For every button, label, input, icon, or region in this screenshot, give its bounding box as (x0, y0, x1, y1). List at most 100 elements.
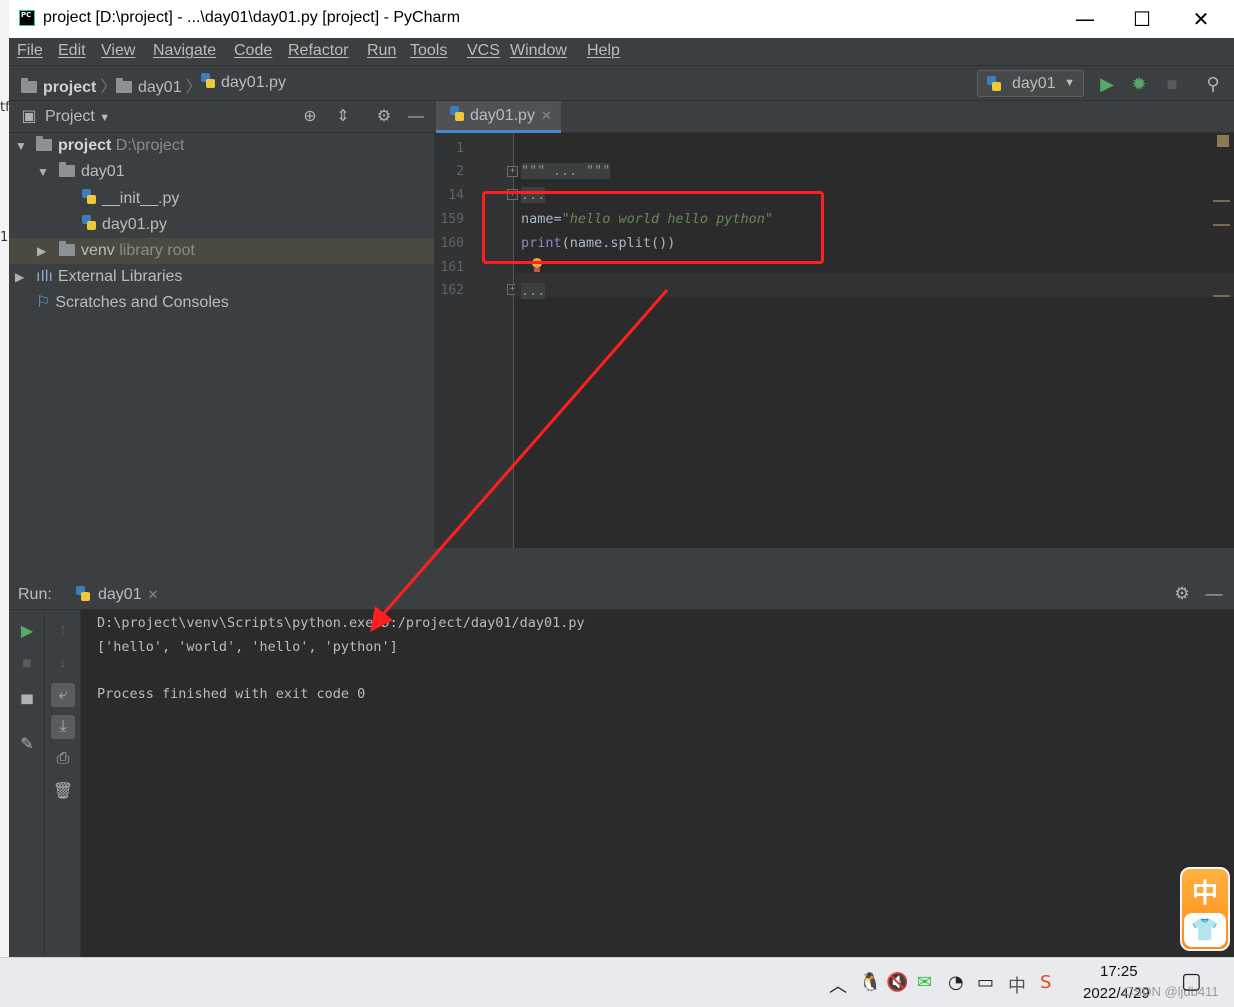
volume-muted-icon[interactable]: 🔇 (886, 972, 908, 993)
collapse-all-icon[interactable]: ⇕ (332, 106, 354, 128)
tab-day01-py[interactable]: day01.py ✕ (436, 101, 561, 133)
notification-icon[interactable]: ▢ (1181, 969, 1202, 994)
folder-icon (59, 241, 75, 256)
scroll-to-end-icon[interactable]: ⤓ (51, 715, 75, 739)
expand-arrow-icon[interactable]: ▶ (37, 238, 46, 264)
fold-toggle-icon[interactable]: + (507, 166, 518, 177)
console-output-line: D:\project\venv\Scripts\python.exe D:/pr… (97, 615, 585, 631)
tree-item-init-py[interactable]: __init__.py (9, 186, 434, 212)
chevron-up-icon[interactable]: ︿ (829, 972, 847, 998)
soft-wrap-icon[interactable]: ⤶ (51, 683, 75, 707)
window-title: project [D:\project] - ...\day01\day01.p… (43, 9, 461, 26)
layout-icon[interactable]: ▀ (15, 693, 39, 717)
gear-icon[interactable]: ⚙ (373, 106, 395, 128)
breadcrumb-separator: 〉 (100, 79, 117, 96)
stop-icon[interactable]: ■ (15, 652, 39, 676)
menu-refactor[interactable]: Refactor (288, 42, 348, 60)
expand-arrow-icon[interactable]: ▼ (15, 133, 27, 159)
menu-help[interactable]: Help (587, 42, 620, 60)
run-panel-header: Run: day01 ✕ ⚙ — (9, 578, 1234, 610)
tree-item-day01-py[interactable]: day01.py (9, 212, 434, 238)
ime-mode-label: 中 (1191, 879, 1218, 909)
console-output-line: Process finished with exit code 0 (97, 686, 366, 702)
print-icon[interactable]: ⎙ (51, 747, 75, 771)
qq-icon[interactable]: 🐧 (859, 972, 881, 993)
wifi-icon[interactable]: ◔ (948, 972, 964, 993)
rerun-icon[interactable]: ▶ (15, 620, 39, 644)
ime-floating-widget[interactable]: 中 👕 (1180, 867, 1230, 951)
hide-icon[interactable]: — (405, 106, 427, 128)
sogou-icon[interactable]: S (1040, 972, 1051, 993)
library-icon: ıIlı (36, 268, 53, 285)
current-line-highlight (515, 273, 1234, 297)
folder-icon (36, 136, 52, 151)
scrollbar-marker[interactable] (1213, 295, 1230, 297)
minimize-button[interactable]: — (1056, 0, 1114, 38)
line-number: 14 (448, 188, 464, 203)
expand-arrow-icon[interactable]: ▶ (15, 264, 24, 290)
run-configuration-select[interactable]: day01 ▼ (977, 70, 1084, 97)
breadcrumb-project[interactable]: project 〉 (21, 73, 120, 97)
expand-arrow-icon[interactable]: ▼ (37, 159, 49, 185)
code-editor: day01.py ✕ 1 2 14 159 160 161 162 + + + "… (434, 101, 1234, 548)
tree-item-project[interactable]: ▼ project D:\project (9, 133, 434, 159)
menu-vcs[interactable]: VCS (467, 42, 500, 60)
menu-view[interactable]: View (101, 42, 135, 60)
tree-item-scratches[interactable]: ⚐ Scratches and Consoles (9, 290, 434, 316)
menu-tools[interactable]: Tools (410, 42, 447, 60)
run-toolbar-secondary: ↑ ↓ ⤶ ⤓ ⎙ 🗑 (45, 610, 81, 957)
trash-icon[interactable]: 🗑 (51, 780, 75, 804)
inspection-status-icon[interactable] (1217, 135, 1229, 147)
clock-time[interactable]: 17:25 (1100, 963, 1138, 980)
run-icon[interactable]: ▶ (1095, 72, 1119, 96)
python-file-icon (201, 73, 215, 89)
arrow-down-icon[interactable]: ↓ (51, 651, 75, 675)
pycharm-logo-icon: PC (19, 10, 35, 26)
line-number: 1 (456, 141, 464, 156)
run-toolbar-primary: ▶ ■ ▀ ✎ (9, 610, 45, 957)
tree-item-venv[interactable]: ▶ venv library root (9, 238, 434, 264)
breadcrumb-separator: 〉 (185, 79, 202, 96)
menu-run[interactable]: Run (367, 42, 396, 60)
tab-run-day01[interactable]: day01 ✕ (70, 578, 174, 610)
run-label: Run: (18, 586, 52, 603)
tree-item-day01[interactable]: ▼ day01 (9, 159, 434, 185)
breadcrumb-day01-py[interactable]: day01.py (201, 73, 286, 92)
python-file-icon (82, 215, 96, 231)
pycharm-window: PC project [D:\project] - ...\day01\day0… (9, 0, 1234, 957)
shirt-icon[interactable]: 👕 (1184, 913, 1226, 947)
line-number: 162 (440, 283, 464, 298)
python-file-icon (450, 106, 464, 122)
menu-navigate[interactable]: Navigate (153, 42, 216, 60)
scrollbar-marker[interactable] (1213, 200, 1230, 202)
project-tool-window: ▣ Project ▼ ⊕ ⇕ ⚙ — ▼ project D:\project… (9, 101, 434, 578)
menu-file[interactable]: File (17, 42, 43, 60)
menu-code[interactable]: Code (234, 42, 272, 60)
close-button[interactable]: ✕ (1172, 0, 1230, 38)
battery-icon[interactable]: ▭ (977, 972, 994, 993)
line-number: 160 (440, 236, 464, 251)
gear-icon[interactable]: ⚙ (1171, 583, 1193, 605)
debug-icon[interactable]: ✹ (1127, 72, 1151, 96)
menu-edit[interactable]: Edit (58, 42, 86, 60)
maximize-button[interactable]: ☐ (1113, 0, 1171, 38)
close-tab-icon[interactable]: ✕ (148, 587, 159, 602)
console-output-line: ['hello', 'world', 'hello', 'python'] (97, 639, 398, 655)
search-icon[interactable]: ⚲ (1201, 72, 1225, 96)
code-line-2[interactable]: """ ... """ (521, 163, 611, 179)
close-tab-icon[interactable]: ✕ (541, 108, 552, 123)
stop-icon[interactable]: ■ (1160, 72, 1184, 96)
locate-icon[interactable]: ⊕ (299, 106, 321, 128)
scrollbar-marker[interactable] (1213, 224, 1230, 226)
wechat-icon[interactable]: ✉ (917, 972, 932, 993)
breadcrumb-day01[interactable]: day01 〉 (116, 73, 206, 97)
pin-icon[interactable]: ✎ (15, 733, 39, 757)
line-number: 159 (440, 212, 464, 227)
project-view-selector[interactable]: Project ▼ (45, 108, 110, 126)
menu-window[interactable]: Window (510, 42, 567, 60)
hide-icon[interactable]: — (1203, 583, 1225, 605)
arrow-up-icon[interactable]: ↑ (51, 619, 75, 643)
code-line-162[interactable]: ... (521, 283, 546, 299)
input-method-indicator[interactable]: 中 (1008, 972, 1026, 998)
tree-item-external-libraries[interactable]: ▶ ıIlı External Libraries (9, 264, 434, 290)
